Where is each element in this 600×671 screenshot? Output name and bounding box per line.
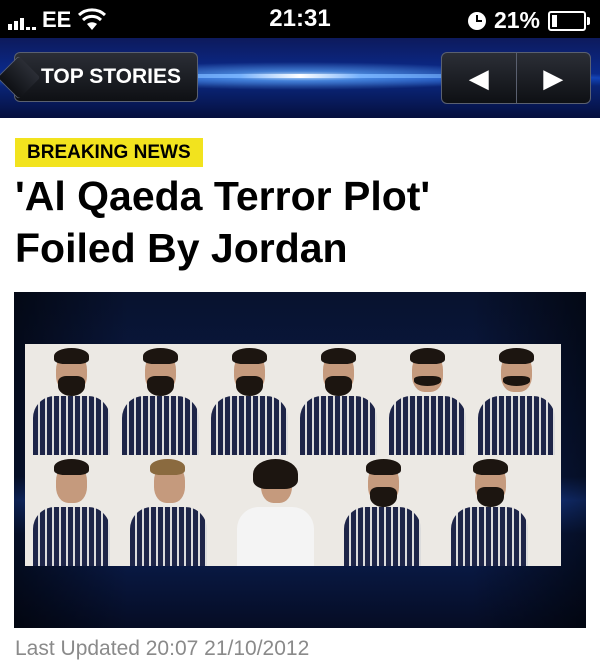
photo-row-bottom <box>27 455 544 566</box>
person-figure <box>383 344 472 455</box>
photo-row-top <box>27 344 561 455</box>
person-figure <box>472 344 561 455</box>
article-photo[interactable] <box>14 292 586 628</box>
status-right: 21% <box>467 7 590 34</box>
battery-icon <box>548 10 590 31</box>
navigation-bar: TOP STORIES ◀ ▶ <box>0 38 600 118</box>
headline-line-1: 'Al Qaeda Terror Plot' <box>15 173 431 219</box>
person-figure <box>27 455 116 566</box>
headline-line-2: Foiled By Jordan <box>15 225 348 271</box>
top-stories-back-button[interactable]: TOP STORIES <box>14 52 198 102</box>
person-figure <box>205 344 294 455</box>
triangle-right-icon: ▶ <box>543 62 564 93</box>
article-pager: ◀ ▶ <box>441 52 591 104</box>
person-figure <box>223 455 330 566</box>
person-figure <box>116 455 223 566</box>
last-updated-timestamp: Last Updated 20:07 21/10/2012 <box>15 637 310 660</box>
triangle-left-icon: ◀ <box>468 62 489 93</box>
person-figure <box>437 455 544 566</box>
suspects-photo-panel <box>25 344 561 566</box>
person-figure <box>294 344 383 455</box>
article-headline[interactable]: 'Al Qaeda Terror Plot' Foiled By Jordan <box>15 170 585 274</box>
alarm-clock-icon <box>467 11 486 30</box>
breaking-news-badge: BREAKING NEWS <box>15 138 203 167</box>
status-bar: EE 21:31 21% <box>0 0 600 38</box>
previous-article-button[interactable]: ◀ <box>442 53 517 103</box>
next-article-button[interactable]: ▶ <box>517 53 591 103</box>
person-figure <box>27 344 116 455</box>
battery-percent: 21% <box>493 7 540 33</box>
back-button-label: TOP STORIES <box>40 65 182 88</box>
person-figure <box>330 455 437 566</box>
person-figure <box>116 344 205 455</box>
